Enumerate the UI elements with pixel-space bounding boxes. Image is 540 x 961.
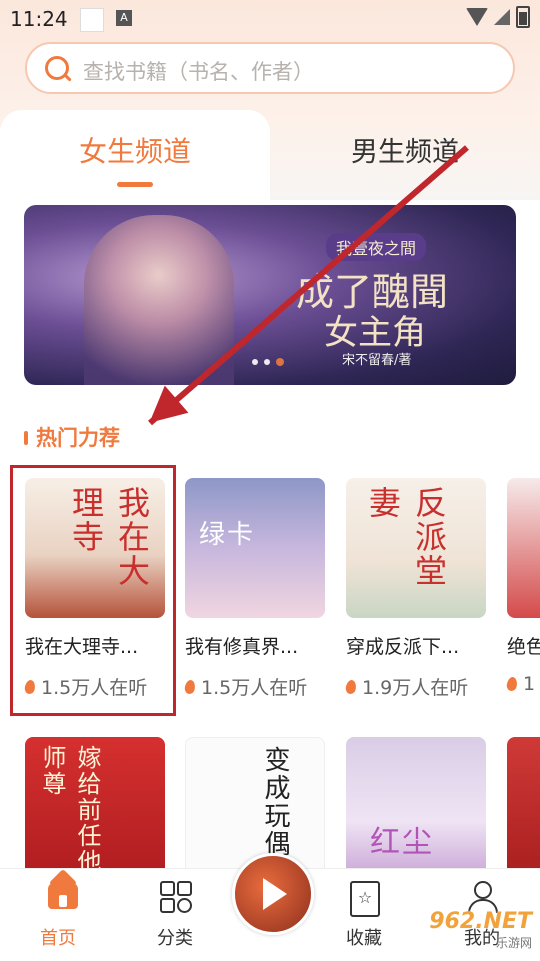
book-card[interactable]: 反派堂妻 穿成反派下... 1.9万人在听 (344, 478, 486, 700)
search-icon (45, 56, 69, 80)
fire-icon (183, 678, 197, 695)
book-listeners: 1.9万人在听 (344, 673, 486, 700)
status-bar: 11:24 A (0, 0, 540, 36)
book-card[interactable]: 绝色 1 (505, 478, 540, 695)
status-icons (466, 6, 530, 28)
notification-icon (80, 8, 104, 32)
book-title: 绝色 (507, 636, 540, 658)
bottom-nav: 首页 分类 ☆ 收藏 我的 962.NET 乐游网 (0, 853, 540, 961)
book-card[interactable]: 变成玩偶 (185, 737, 325, 868)
fire-icon (344, 678, 358, 695)
search-bar[interactable]: 查找书籍（书名、作者） (25, 42, 515, 94)
cover-title: 红尘 (370, 825, 434, 860)
book-listeners: 1 (505, 673, 540, 695)
annotation-highlight-box (10, 465, 176, 716)
banner-illustration (84, 215, 234, 385)
book-card[interactable]: 绿卡 我有修真界... 1.5万人在听 (183, 478, 325, 700)
home-icon (48, 883, 78, 909)
book-cover (507, 737, 540, 868)
cover-title: 绿卡 (199, 520, 256, 550)
watermark-logo: 962.NET 乐游网 (429, 909, 532, 950)
wifi-icon (466, 8, 488, 26)
book-title: 我有修真界... (185, 636, 299, 658)
book-cover (507, 478, 540, 618)
book-cover: 嫁给前任他师尊 (25, 737, 165, 868)
cover-title: 变成玩偶 (260, 746, 290, 858)
pagination-dot[interactable] (264, 359, 270, 365)
main-content: 我壹夜之間 成了醜聞 女主角 宋不留春/著 热门力荐 我在大理寺 我在大理寺..… (0, 200, 540, 868)
status-time: 11:24 (10, 7, 68, 31)
battery-icon (516, 6, 530, 28)
pagination-dot[interactable] (252, 359, 258, 365)
play-icon (263, 878, 287, 910)
book-card[interactable]: 嫁给前任他师尊 (25, 737, 165, 868)
nav-label: 收藏 (346, 928, 382, 949)
book-cover: 反派堂妻 (346, 478, 486, 618)
book-cover: 变成玩偶 (185, 737, 325, 868)
tab-label: 女生频道 (78, 135, 191, 168)
book-cover: 红尘 (346, 737, 486, 868)
nav-label: 首页 (40, 928, 76, 949)
active-tab-indicator (117, 182, 153, 187)
cover-title: 嫁给前任他师尊 (38, 745, 101, 868)
promo-banner[interactable]: 我壹夜之間 成了醜聞 女主角 宋不留春/著 (24, 205, 516, 385)
tab-female-channel[interactable]: 女生频道 (0, 110, 270, 200)
book-cover: 绿卡 (185, 478, 325, 618)
section-title: 热门力荐 (36, 426, 120, 450)
signal-icon (494, 9, 510, 25)
section-marker (24, 431, 28, 445)
nav-label: 分类 (157, 928, 193, 949)
book-listeners: 1.5万人在听 (183, 673, 325, 700)
banner-pagination (252, 358, 284, 366)
category-grid-icon (160, 881, 192, 913)
app-notification-icon: A (116, 10, 132, 26)
search-placeholder: 查找书籍（书名、作者） (83, 60, 314, 84)
book-title: 穿成反派下... (346, 636, 460, 658)
cover-title: 反派堂妻 (364, 486, 448, 588)
tab-male-channel[interactable]: 男生频道 (270, 130, 540, 169)
book-card[interactable] (507, 737, 540, 868)
fire-icon (505, 676, 519, 692)
bookmark-star-icon: ☆ (350, 881, 380, 917)
now-playing-button[interactable] (232, 853, 314, 935)
banner-title-line2: 女主角 (324, 313, 426, 353)
book-card[interactable]: 红尘 (346, 737, 486, 868)
banner-author: 宋不留春/著 (342, 353, 412, 368)
pagination-dot-active[interactable] (276, 358, 284, 366)
